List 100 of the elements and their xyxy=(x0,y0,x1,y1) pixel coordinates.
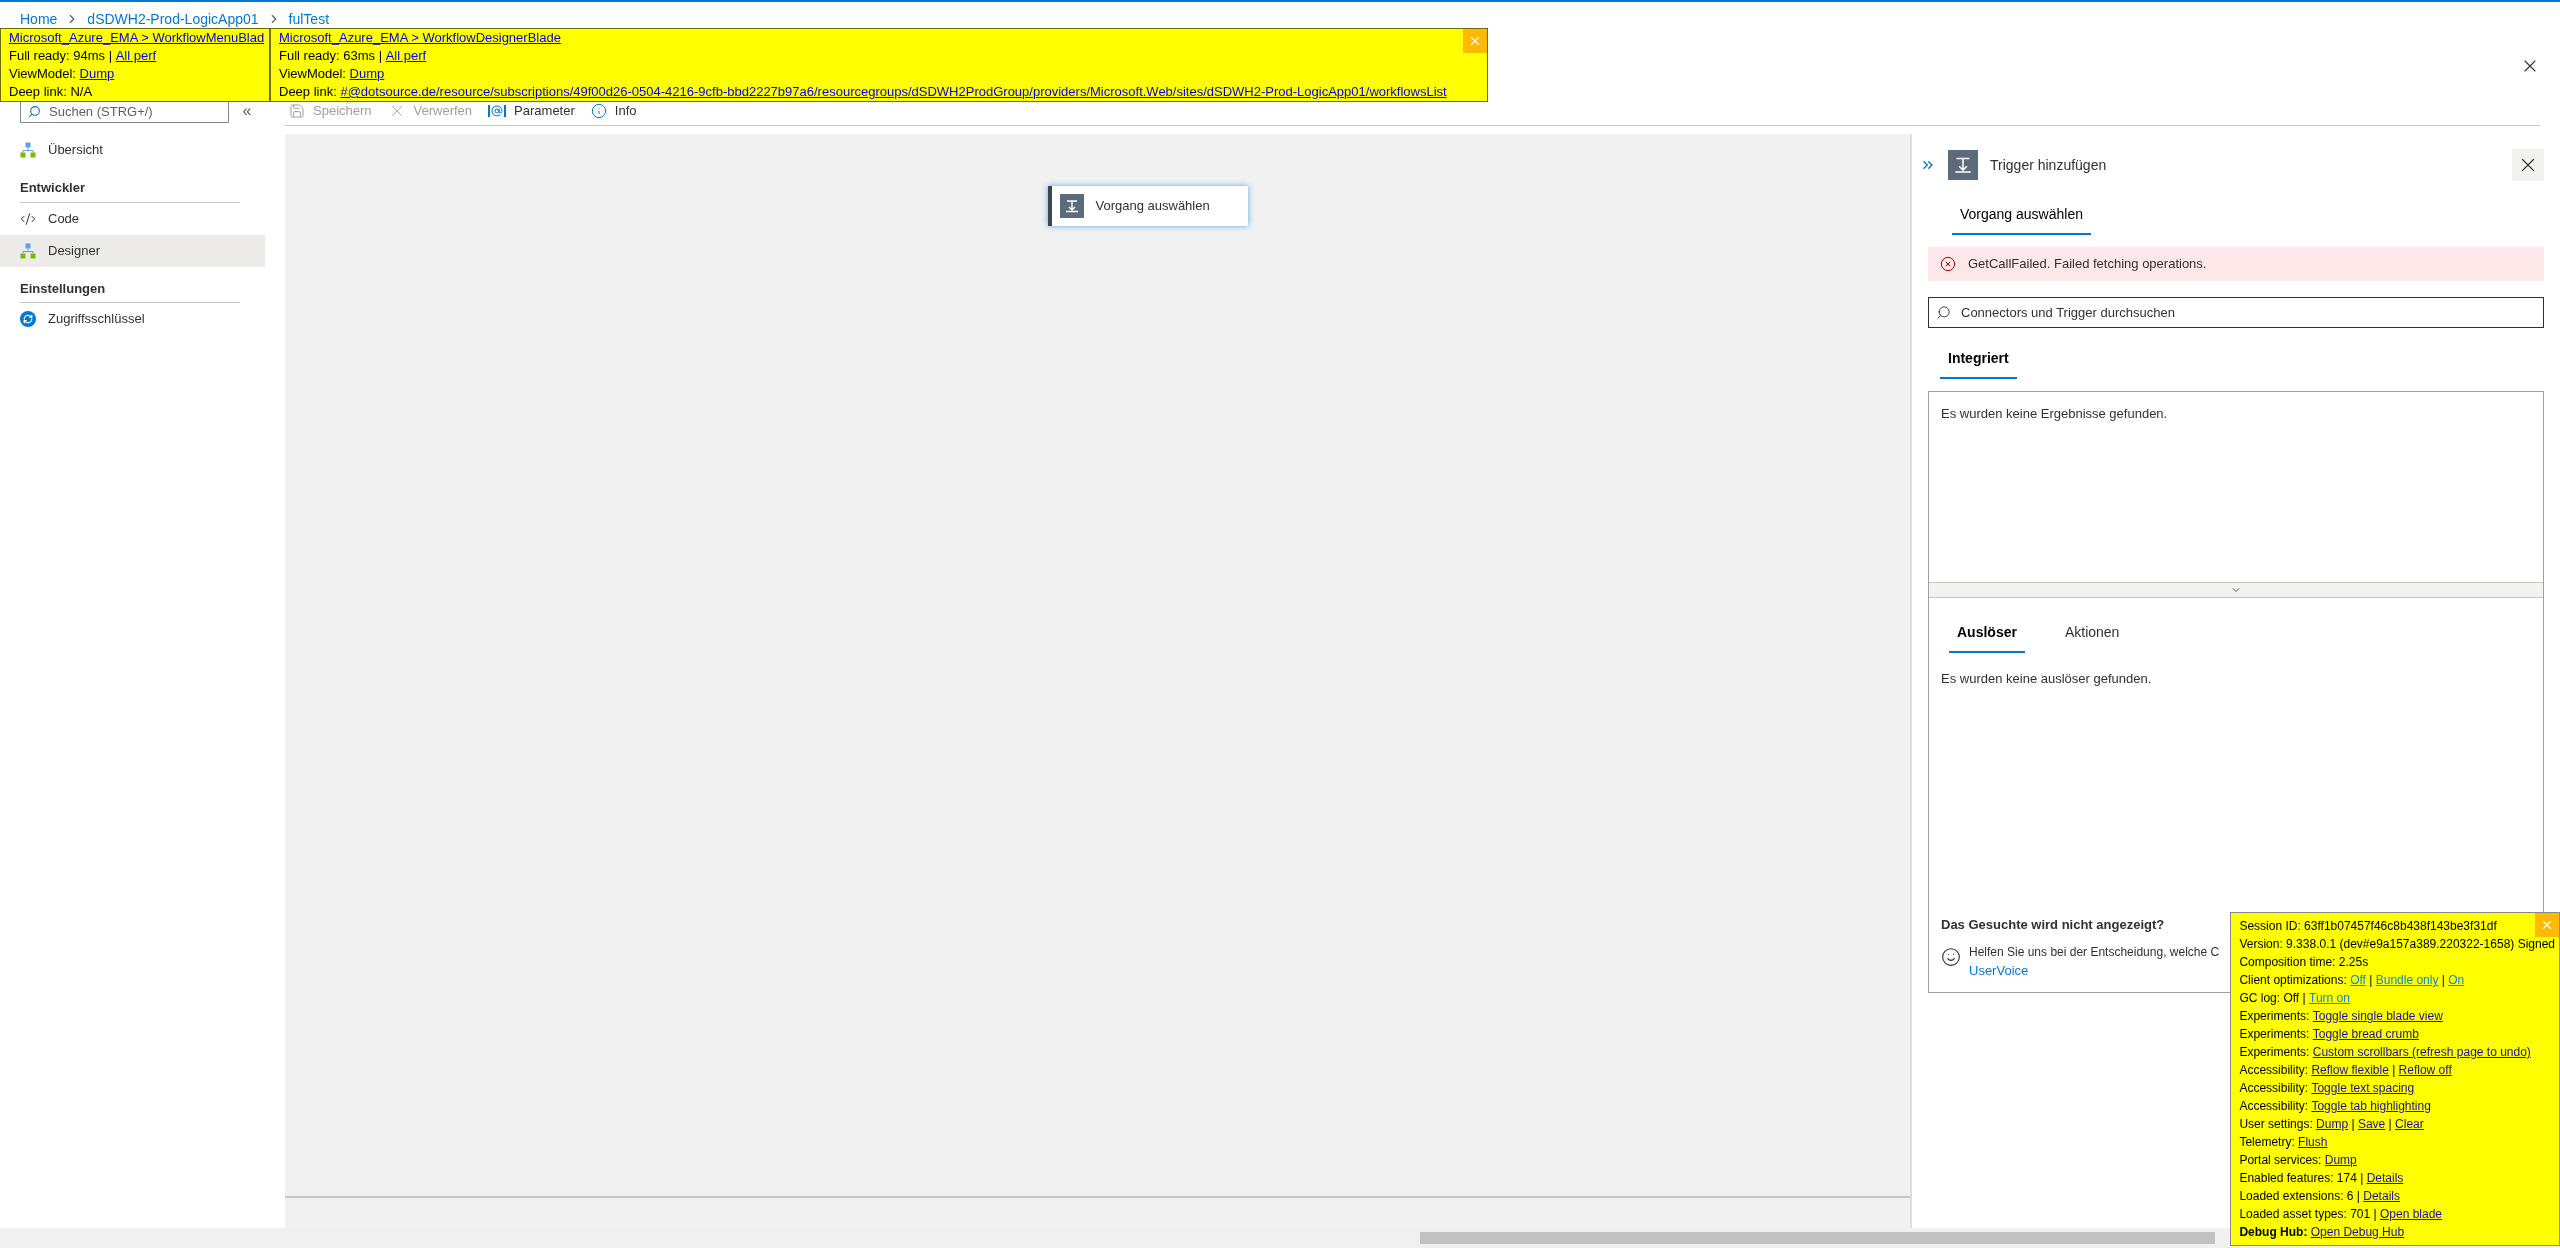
link[interactable]: Microsoft_Azure_EMA > WorkflowMenuBlad xyxy=(9,29,265,47)
label-text: | xyxy=(2440,972,2446,989)
link[interactable]: Toggle bread crumb xyxy=(2312,1025,2419,1043)
label-text: Accessibility: xyxy=(2239,1062,2310,1079)
operation-icon xyxy=(1948,150,1978,180)
close-button[interactable] xyxy=(2512,149,2544,181)
uservoice-link[interactable]: UserVoice xyxy=(1969,960,2029,980)
link[interactable]: Dump xyxy=(2324,1151,2357,1169)
hierarchy-icon xyxy=(20,142,36,158)
label-text: Debug Hub: xyxy=(2239,1224,2309,1241)
link[interactable]: Clear xyxy=(2395,1115,2424,1133)
link[interactable]: Toggle single blade view xyxy=(2312,1007,2443,1025)
search-icon xyxy=(28,105,41,118)
label-text: Deep link: xyxy=(279,83,338,101)
link[interactable]: Open blade xyxy=(2379,1205,2443,1223)
link[interactable]: All perf xyxy=(385,47,427,65)
action-card[interactable]: Vorgang auswählen xyxy=(1047,186,1248,226)
code-icon xyxy=(20,210,36,227)
label-text: | xyxy=(2368,972,2374,989)
collapse-button[interactable]: « xyxy=(237,99,257,123)
sidebar-label: Übersicht xyxy=(48,141,103,160)
close-icon xyxy=(2540,918,2554,932)
scrollbar-thumb[interactable] xyxy=(1420,1232,2215,1244)
tab[interactable]: Aktionen xyxy=(2056,618,2128,653)
tab[interactable]: Auslöser xyxy=(1949,618,2025,653)
save-icon xyxy=(289,102,305,119)
breadcrumb-link[interactable]: dSDWH2-Prod-LogicApp01 xyxy=(87,8,259,30)
operation-icon xyxy=(1059,194,1084,218)
action-title: Vorgang auswählen xyxy=(1095,197,1210,216)
error-message: GetCallFailed. Failed fetching operations. xyxy=(1968,255,2207,274)
link[interactable]: Bundle only xyxy=(2375,971,2439,989)
link[interactable]: Custom scrollbars (refresh page to undo) xyxy=(2312,1043,2531,1061)
label-text: Session ID: 63ff1b07457f46c8b438f143be3f31df xyxy=(2239,918,2497,935)
label-text: Version: 9.338.0.1 (dev#e9a157a389.220322-1658) Signed xyxy=(2239,936,2555,953)
label-text: Enabled features: 174 | xyxy=(2239,1170,2365,1187)
label-text: | xyxy=(2391,1062,2397,1079)
feedback-text: Helfen Sie uns bei der Entscheidung, welche C xyxy=(1969,943,2220,961)
sidebar-label: Zugriffsschlüssel xyxy=(48,310,145,329)
breadcrumb-link[interactable]: fulTest xyxy=(288,8,330,30)
panel-title: Trigger hinzufügen xyxy=(1990,155,2108,175)
sidebar-label: Code xyxy=(48,209,80,228)
empty-message: Es wurden keine Ergebnisse gefunden. xyxy=(1941,406,2168,421)
label-text: Accessibility: xyxy=(2239,1080,2310,1097)
search-field[interactable]: Suchen (STRG+/) xyxy=(20,99,229,123)
label-text: | xyxy=(2387,1116,2393,1133)
tab[interactable]: Integriert xyxy=(1940,344,2017,379)
label-text: Deep link: N/A xyxy=(9,83,93,101)
link[interactable]: Toggle text spacing xyxy=(2311,1079,2415,1097)
label-text: Experiments: xyxy=(2239,1008,2311,1025)
label-text: User settings: xyxy=(2239,1116,2314,1133)
empty-message: Es wurden keine auslöser gefunden. xyxy=(1941,670,2153,688)
error-icon xyxy=(1940,256,1956,272)
label-text: | xyxy=(2350,1116,2356,1133)
link[interactable]: Details xyxy=(2366,1169,2404,1187)
link[interactable]: Dump xyxy=(2316,1115,2349,1133)
sidebar-item[interactable]: Übersicht xyxy=(0,134,265,166)
link[interactable]: Reflow off xyxy=(2398,1061,2452,1079)
search-icon xyxy=(1936,305,1951,320)
section-heading: Einstellungen xyxy=(20,278,240,303)
link[interactable]: Open Debug Hub xyxy=(2310,1223,2405,1241)
collapse-bar[interactable] xyxy=(1929,582,2543,598)
link[interactable]: Dump xyxy=(349,65,385,83)
tab[interactable]: Vorgang auswählen xyxy=(1952,200,2091,235)
info-icon xyxy=(590,102,607,119)
label-text: Telemetry: xyxy=(2239,1134,2296,1151)
hierarchy-icon xyxy=(20,242,36,259)
label-text: Experiments: xyxy=(2239,1026,2311,1043)
feedback-title: Das Gesuchte wird nicht angezeigt? xyxy=(1941,916,2165,934)
link[interactable]: #@dotsource.de/resource/subscriptions/49f00d26-0504-4216-9cfb-bbd2227b97a6/resourcegroups/dSDWH2ProdGroup/providers/Microsoft.Web/sites/dSDWH2-Prod-LogicApp01/workflowsList xyxy=(340,83,1447,101)
link[interactable]: Off xyxy=(2350,971,2366,989)
link[interactable]: All perf xyxy=(115,47,157,65)
label-text: Portal services: xyxy=(2239,1152,2323,1169)
link[interactable]: Details xyxy=(2363,1187,2400,1205)
link[interactable]: Dump xyxy=(79,65,115,83)
link[interactable]: Reflow flexible xyxy=(2311,1061,2389,1079)
link[interactable]: Flush xyxy=(2298,1133,2328,1151)
section-heading: Entwickler xyxy=(20,178,240,203)
label-text: GC log: Off | xyxy=(2239,990,2307,1007)
sidebar-label: Designer xyxy=(48,241,101,260)
link[interactable]: Microsoft_Azure_EMA > WorkflowDesignerBlade xyxy=(279,29,561,47)
parameter-icon xyxy=(488,104,507,117)
link[interactable]: Toggle tab highlighting xyxy=(2311,1097,2431,1115)
smiley-icon xyxy=(1941,946,1961,967)
sidebar-item[interactable]: Code xyxy=(0,202,265,235)
label-text: Composition time: 2.25s xyxy=(2239,954,2369,971)
label-text: Full ready: 94ms | xyxy=(9,47,114,65)
sidebar-item[interactable]: Zugriffsschlüssel xyxy=(0,303,265,335)
label-text: ViewModel: xyxy=(9,65,77,83)
refresh-icon xyxy=(20,311,36,327)
breadcrumb-link[interactable]: Home xyxy=(20,8,58,30)
label-text: Loaded asset types: 701 | xyxy=(2239,1206,2378,1223)
link[interactable]: Turn on xyxy=(2309,989,2350,1007)
label-text: Client optimizations: xyxy=(2239,972,2348,989)
label-text: Experiments: xyxy=(2239,1044,2311,1061)
label-text: Accessibility: xyxy=(2239,1098,2310,1115)
toolbar-button[interactable]: Info xyxy=(590,100,637,121)
link[interactable]: Save xyxy=(2357,1115,2386,1133)
link[interactable]: On xyxy=(2448,971,2465,989)
sidebar-item[interactable]: Designer xyxy=(0,234,265,267)
search-field[interactable]: Connectors und Trigger durchsuchen xyxy=(1928,297,2544,328)
